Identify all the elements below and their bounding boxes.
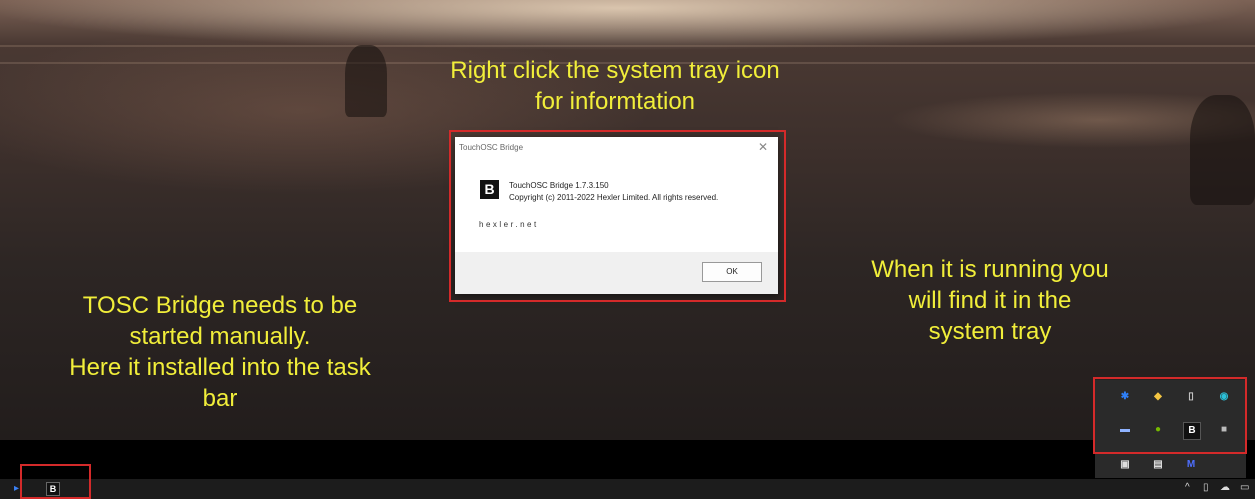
printer-icon[interactable]: ▤ (1151, 458, 1165, 472)
usb-drive-icon[interactable]: ▯ (1203, 482, 1209, 493)
left-caption: TOSC Bridge needs to be started manually… (20, 290, 420, 414)
caption-line: started manually. (129, 323, 311, 350)
caption-line: for informtation (534, 88, 696, 115)
screen-bottom-band (0, 440, 1255, 479)
right-caption: When it is running you will find it in t… (820, 254, 1160, 347)
top-caption: Right click the system tray icon for inf… (345, 55, 885, 117)
caption-line: Here it installed into the task (69, 354, 371, 381)
caption-line: bar (202, 385, 238, 412)
taskbar: ▸ B ^ ▯ ☁ ▭ (0, 479, 1255, 499)
caption-line: system tray (928, 318, 1052, 345)
cloud-icon[interactable]: ☁ (1220, 482, 1230, 493)
caption-line: Right click the system tray icon (450, 57, 780, 84)
wave-line (0, 45, 1255, 47)
m-app-icon[interactable]: M (1184, 458, 1198, 472)
start-icon[interactable]: ▸ (14, 483, 19, 494)
tray-highlight-box (1093, 377, 1247, 454)
caption-line: will find it in the (908, 287, 1072, 314)
dialog-highlight-box (449, 130, 786, 302)
tray-overflow-chevron-icon[interactable]: ^ (1185, 482, 1190, 493)
caption-line: When it is running you (871, 256, 1109, 283)
network-icon[interactable]: ▭ (1240, 482, 1249, 493)
taskbar-highlight-box (20, 464, 91, 499)
cloud-drive-icon[interactable]: ▣ (1118, 458, 1132, 472)
caption-line: TOSC Bridge needs to be (82, 292, 358, 319)
person-silhouette (1190, 95, 1255, 205)
